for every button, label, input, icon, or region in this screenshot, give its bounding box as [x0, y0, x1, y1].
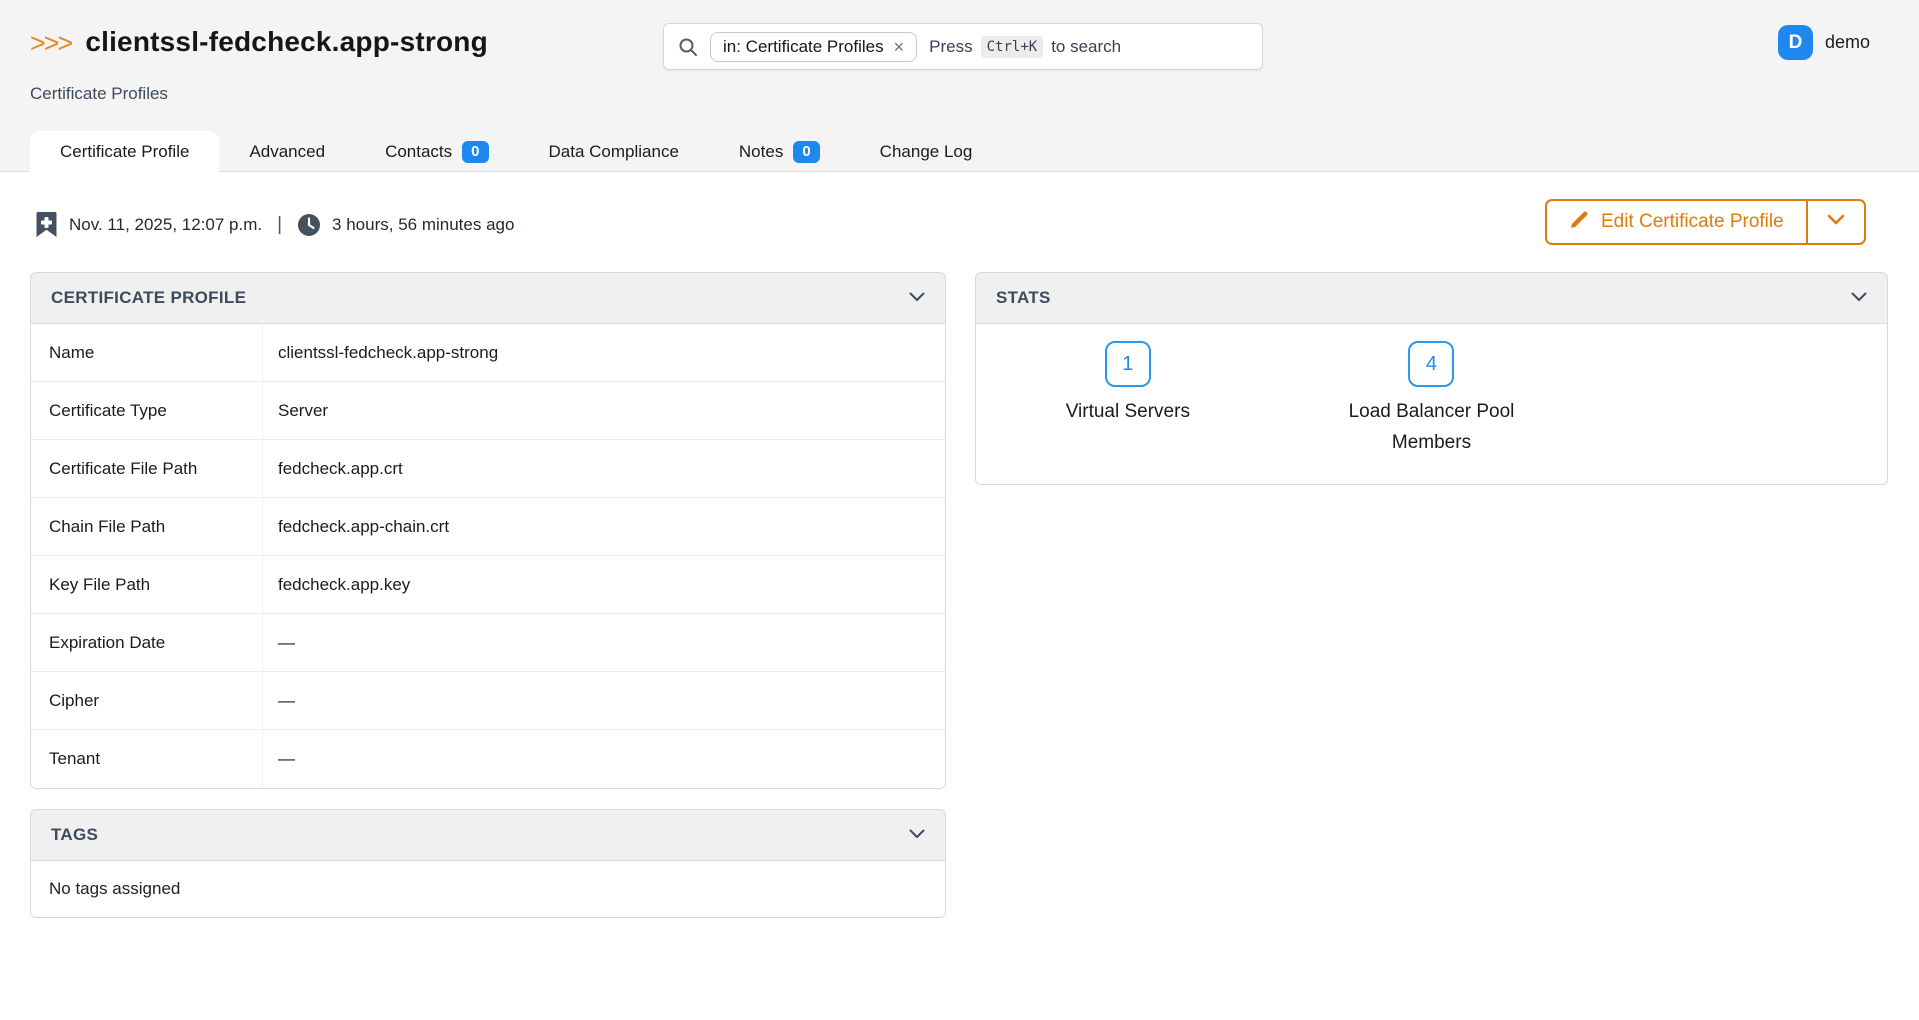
page-title-group: >>> clientssl-fedcheck.app-strong	[30, 26, 488, 58]
meta-separator: |	[273, 214, 286, 236]
row-value: —	[263, 614, 945, 671]
page-title: clientssl-fedcheck.app-strong	[85, 26, 488, 58]
stat-count[interactable]: 4	[1408, 341, 1454, 387]
row-label: Certificate Type	[31, 382, 263, 439]
stat-virtual-servers[interactable]: 1 Virtual Servers	[976, 341, 1280, 459]
row-value: clientssl-fedcheck.app-strong	[263, 324, 945, 381]
created-date: Nov. 11, 2025, 12:07 p.m.	[69, 215, 262, 235]
chevron-down-icon	[1827, 213, 1845, 231]
edit-more-actions-button[interactable]	[1806, 201, 1864, 243]
row-label: Key File Path	[31, 556, 263, 613]
tab-certificate-profile[interactable]: Certificate Profile	[30, 131, 219, 172]
edit-split-button: Edit Certificate Profile	[1545, 199, 1866, 245]
stats-panel-header[interactable]: STATS	[976, 273, 1887, 324]
certificate-profile-panel: CERTIFICATE PROFILE Name clientssl-fedch…	[30, 272, 946, 789]
search-hint-press: Press	[929, 37, 972, 57]
tab-change-log[interactable]: Change Log	[850, 132, 1003, 172]
certificate-profile-table: Name clientssl-fedcheck.app-strong Certi…	[31, 324, 945, 788]
row-label: Name	[31, 324, 263, 381]
stat-label: Virtual Servers	[1066, 396, 1190, 427]
row-value: —	[263, 730, 945, 788]
search-hint-suffix: to search	[1051, 37, 1121, 57]
table-row: Expiration Date —	[31, 614, 945, 672]
row-value: fedcheck.app-chain.crt	[263, 498, 945, 555]
bookmark-plus-icon	[35, 211, 58, 238]
search-hint: Press Ctrl+K to search	[929, 36, 1121, 58]
tags-panel-header[interactable]: TAGS	[31, 810, 945, 861]
tab-notes-count-badge: 0	[793, 141, 819, 163]
pencil-icon	[1569, 209, 1590, 236]
table-row: Name clientssl-fedcheck.app-strong	[31, 324, 945, 382]
tab-label: Data Compliance	[549, 142, 679, 162]
tab-label: Certificate Profile	[60, 142, 189, 162]
row-label: Chain File Path	[31, 498, 263, 555]
certificate-profile-panel-header[interactable]: CERTIFICATE PROFILE	[31, 273, 945, 324]
search-filter-chip-label: in: Certificate Profiles	[723, 37, 884, 57]
tab-contacts-count-badge: 0	[462, 141, 488, 163]
tab-data-compliance[interactable]: Data Compliance	[519, 132, 709, 172]
edit-button-label: Edit Certificate Profile	[1601, 211, 1784, 233]
tab-label: Change Log	[880, 142, 973, 162]
keyboard-shortcut-badge: Ctrl+K	[981, 36, 1044, 58]
row-label: Cipher	[31, 672, 263, 729]
row-value: fedcheck.app.crt	[263, 440, 945, 497]
row-label: Tenant	[31, 730, 263, 788]
table-row: Key File Path fedcheck.app.key	[31, 556, 945, 614]
tab-label: Notes	[739, 142, 783, 162]
time-ago: 3 hours, 56 minutes ago	[332, 215, 514, 235]
stats-body: 1 Virtual Servers 4 Load Balancer Pool M…	[976, 324, 1887, 484]
tags-panel: TAGS No tags assigned	[30, 809, 946, 918]
row-value: fedcheck.app.key	[263, 556, 945, 613]
search-filter-chip[interactable]: in: Certificate Profiles ×	[710, 32, 917, 62]
row-label: Certificate File Path	[31, 440, 263, 497]
stat-count[interactable]: 1	[1105, 341, 1151, 387]
table-row: Chain File Path fedcheck.app-chain.crt	[31, 498, 945, 556]
clock-icon	[297, 213, 321, 237]
tab-label: Contacts	[385, 142, 452, 162]
stat-load-balancer-pool-members[interactable]: 4 Load Balancer Pool Members	[1280, 341, 1584, 459]
row-label: Expiration Date	[31, 614, 263, 671]
tab-contacts[interactable]: Contacts 0	[355, 132, 518, 172]
stats-panel: STATS 1 Virtual Servers 4 Load Balancer …	[975, 272, 1888, 485]
header-band: >>> clientssl-fedcheck.app-strong Certif…	[0, 0, 1919, 172]
stat-label: Load Balancer Pool Members	[1331, 396, 1531, 459]
chevron-down-icon[interactable]	[909, 289, 925, 307]
table-row: Tenant —	[31, 730, 945, 788]
panel-title: STATS	[996, 288, 1051, 308]
user-menu[interactable]: D demo	[1778, 25, 1870, 60]
table-row: Cipher —	[31, 672, 945, 730]
table-row: Certificate Type Server	[31, 382, 945, 440]
tab-notes[interactable]: Notes 0	[709, 132, 850, 172]
chevron-down-icon[interactable]	[1851, 289, 1867, 307]
user-name: demo	[1825, 32, 1870, 53]
edit-certificate-profile-button[interactable]: Edit Certificate Profile	[1547, 201, 1806, 243]
title-chevrons-icon: >>>	[30, 28, 71, 57]
chip-close-icon[interactable]: ×	[894, 38, 905, 56]
row-value: Server	[263, 382, 945, 439]
tab-bar: Certificate Profile Advanced Contacts 0 …	[30, 131, 1002, 172]
breadcrumb[interactable]: Certificate Profiles	[30, 84, 168, 104]
tab-advanced[interactable]: Advanced	[219, 132, 355, 172]
row-value: —	[263, 672, 945, 729]
table-row: Certificate File Path fedcheck.app.crt	[31, 440, 945, 498]
chevron-down-icon[interactable]	[909, 826, 925, 844]
search-icon	[678, 37, 698, 57]
tags-empty-state: No tags assigned	[31, 861, 945, 917]
panel-title: CERTIFICATE PROFILE	[51, 288, 246, 308]
avatar[interactable]: D	[1778, 25, 1813, 60]
panel-title: TAGS	[51, 825, 98, 845]
tab-label: Advanced	[249, 142, 325, 162]
record-meta-row: Nov. 11, 2025, 12:07 p.m. | 3 hours, 56 …	[35, 211, 514, 238]
global-search-input[interactable]: in: Certificate Profiles × Press Ctrl+K …	[663, 23, 1263, 70]
